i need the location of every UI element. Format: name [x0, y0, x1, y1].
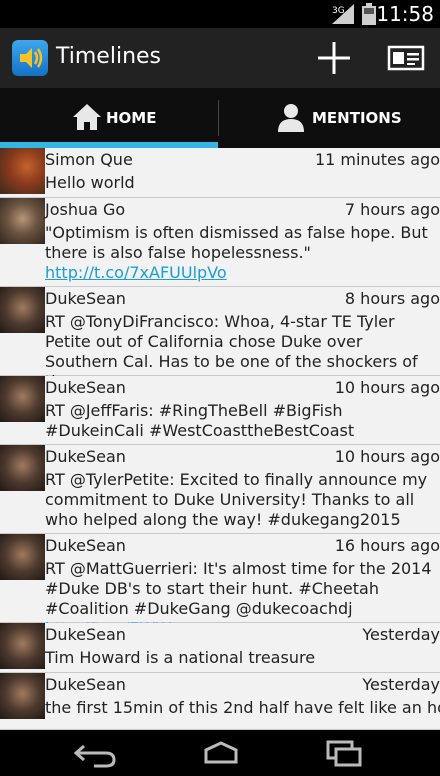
tweet-text: Hello world [45, 173, 135, 192]
timeline-list[interactable]: Simon Que 11 minutes ago Hello world Jos… [0, 148, 440, 730]
tweet-text: Tim Howard is a national treasure [45, 648, 316, 667]
back-icon[interactable] [70, 738, 120, 768]
tab-home-label: HOME [106, 109, 157, 127]
list-item[interactable]: DukeSean 8 hours ago RT @TonyDiFrancisco… [0, 287, 440, 391]
tweet-text: "Optimism is often dismissed as false ho… [45, 223, 428, 282]
timestamp: 8 hours ago [344, 289, 440, 308]
home-button-icon[interactable] [196, 738, 246, 768]
avatar[interactable] [0, 534, 45, 580]
tweet-text: RT @JeffFaris: #RingTheBell #BigFish #Du… [45, 401, 355, 440]
tab-mentions[interactable]: MENTIONS [220, 88, 438, 148]
status-bar: 3G 11:58 [0, 0, 440, 28]
avatar[interactable] [0, 623, 45, 669]
tab-divider [218, 100, 219, 136]
avatar[interactable] [0, 287, 45, 333]
author-name: DukeSean [45, 447, 126, 466]
author-name: Joshua Go [45, 200, 126, 219]
network-type-label: 3G [332, 6, 345, 16]
avatar[interactable] [0, 445, 45, 491]
list-item[interactable]: Joshua Go 7 hours ago "Optimism is often… [0, 198, 440, 287]
list-item[interactable]: DukeSean Yesterday Tim Howard is a natio… [0, 623, 440, 673]
home-icon [73, 104, 101, 130]
timestamp: 16 hours ago [334, 536, 440, 555]
person-icon [278, 104, 304, 132]
tweet-text: the first 15min of this 2nd half have fe… [45, 698, 440, 717]
timestamp: Yesterday [362, 675, 440, 694]
app-speaker-icon[interactable] [12, 40, 48, 76]
author-name: Simon Que [45, 150, 133, 169]
tab-bar: HOME MENTIONS [0, 88, 440, 148]
page-title: Timelines [56, 44, 162, 69]
timestamp: 10 hours ago [334, 447, 440, 466]
timestamp: 7 hours ago [344, 200, 440, 219]
list-item[interactable]: Simon Que 11 minutes ago Hello world [0, 148, 440, 198]
timestamp: Yesterday [362, 625, 440, 644]
author-name: DukeSean [45, 675, 126, 694]
avatar[interactable] [0, 376, 45, 422]
author-name: DukeSean [45, 289, 126, 308]
avatar[interactable] [0, 148, 45, 194]
author-name: DukeSean [45, 378, 126, 397]
list-item[interactable]: DukeSean Yesterday the first 15min of th… [0, 673, 440, 730]
tab-mentions-label: MENTIONS [312, 109, 402, 127]
tab-home[interactable]: HOME [0, 88, 218, 148]
battery-icon [362, 3, 376, 25]
contact-card-icon[interactable] [386, 42, 426, 74]
tweet-text: RT @TylerPetite: Excited to finally anno… [45, 470, 428, 529]
list-item[interactable]: DukeSean 10 hours ago RT @TylerPetite: E… [0, 445, 440, 534]
action-bar: Timelines [0, 28, 440, 88]
system-nav-bar [0, 730, 440, 776]
avatar[interactable] [0, 198, 45, 244]
author-name: DukeSean [45, 536, 126, 555]
list-item[interactable]: DukeSean 16 hours ago RT @MattGuerrieri:… [0, 534, 440, 638]
avatar[interactable] [0, 673, 45, 719]
compose-plus-icon[interactable] [316, 40, 352, 76]
timestamp: 10 hours ago [334, 378, 440, 397]
clock: 11:58 [376, 2, 434, 26]
recent-apps-icon[interactable] [320, 738, 370, 768]
tweet-link[interactable]: http://t.co/7xAFUUlpVo [45, 263, 227, 282]
author-name: DukeSean [45, 625, 126, 644]
signal-icon: 3G [332, 4, 354, 24]
list-item[interactable]: DukeSean 10 hours ago RT @JeffFaris: #Ri… [0, 376, 440, 445]
timestamp: 11 minutes ago [314, 150, 440, 169]
